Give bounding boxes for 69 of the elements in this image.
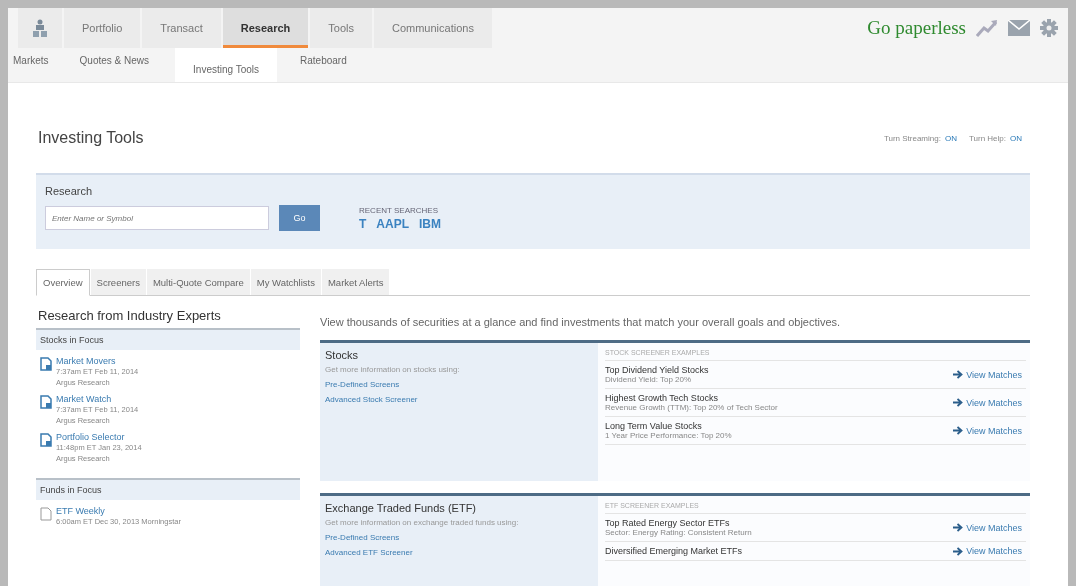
view-matches-link[interactable]: View Matches xyxy=(966,369,1022,380)
nav-tab[interactable]: Tools xyxy=(310,8,372,48)
report-icon xyxy=(40,395,52,409)
go-button[interactable]: Go xyxy=(279,205,320,231)
view-matches-link[interactable]: View Matches xyxy=(966,397,1022,408)
page-title: Investing Tools xyxy=(37,129,144,147)
nav-tab[interactable]: Research xyxy=(222,8,309,48)
section-title: Exchange Traded Funds (ETF) xyxy=(325,502,477,514)
report-link[interactable]: Market Watch xyxy=(56,394,139,404)
tab[interactable]: Market Alerts xyxy=(321,269,390,295)
example-criteria: 1 Year Price Performance: Top 20% xyxy=(605,431,732,440)
toggle-label: Turn Streaming: xyxy=(883,133,941,143)
subnav-tab[interactable]: Markets xyxy=(8,48,63,82)
report-icon xyxy=(40,433,52,447)
people-icon[interactable] xyxy=(18,8,62,48)
search-field[interactable]: Enter Name or Symbol xyxy=(45,206,269,230)
example-criteria: Revenue Growth (TTM): Top 20% of Tech Sector xyxy=(605,403,778,412)
screener-link[interactable]: Pre-Defined Screens xyxy=(325,380,593,389)
settings-icon[interactable] xyxy=(1040,19,1058,37)
tab[interactable]: Screeners xyxy=(90,269,146,295)
tab[interactable]: Overview xyxy=(36,269,90,296)
section-header: Funds in Focus xyxy=(36,480,300,500)
example-criteria: Dividend Yield: Top 20% xyxy=(605,375,693,384)
section-header: Stocks in Focus xyxy=(36,330,300,350)
view-matches-link[interactable]: View Matches xyxy=(966,425,1022,436)
nav-tab[interactable]: Communications xyxy=(374,8,492,48)
section-title: Stocks xyxy=(325,349,359,361)
example-name: Diversified Emerging Market ETFs xyxy=(605,546,743,556)
example-name: Highest Growth Tech Stocks xyxy=(605,393,719,403)
mail-icon[interactable] xyxy=(1008,20,1030,36)
report-link[interactable]: Portfolio Selector xyxy=(56,432,142,442)
arrow-icon xyxy=(953,398,964,407)
section-text: Get more information on exchange traded funds using: xyxy=(325,518,520,527)
recent-search-link[interactable]: T xyxy=(359,216,367,231)
view-matches-link[interactable]: View Matches xyxy=(966,546,1022,556)
report-link[interactable]: ETF Weekly xyxy=(56,506,181,516)
toggle-link[interactable]: ON xyxy=(1010,133,1022,143)
arrow-icon xyxy=(953,370,964,379)
toggle-label: Turn Help: xyxy=(968,133,1006,143)
promo-link[interactable]: Go paperless xyxy=(867,17,966,39)
example-criteria: Sector: Energy Rating: Consistent Return xyxy=(605,528,752,537)
recent-search-link[interactable]: AAPL xyxy=(376,216,409,231)
intro-text: View thousands of securities at a glance and find investments that match your overall goals and objectives. xyxy=(320,316,842,328)
chart-icon[interactable] xyxy=(976,19,998,37)
subnav-tab[interactable]: Rateboard xyxy=(295,48,361,82)
screener-link[interactable]: Advanced Stock Screener xyxy=(325,395,593,404)
nav-tab[interactable]: Portfolio xyxy=(64,8,141,48)
arrow-icon xyxy=(953,523,964,532)
tab[interactable]: Multi-Quote Compare xyxy=(146,269,250,295)
tab[interactable]: My Watchlists xyxy=(250,269,321,295)
subnav-tab[interactable]: Investing Tools xyxy=(175,48,277,82)
view-matches-link[interactable]: View Matches xyxy=(966,522,1022,533)
panel-title: Research xyxy=(45,185,94,197)
report-icon xyxy=(40,357,52,371)
arrow-icon xyxy=(953,546,964,556)
section-text: Get more information on stocks using: xyxy=(325,365,461,374)
toggle-link[interactable]: ON xyxy=(944,133,957,143)
recent-search-link[interactable]: IBM xyxy=(419,216,441,231)
nav-tab[interactable]: Transact xyxy=(142,8,221,48)
screener-link[interactable]: Advanced ETF Screener xyxy=(325,548,593,557)
arrow-icon xyxy=(953,426,964,435)
example-name: Top Rated Energy Sector ETFs xyxy=(605,518,731,528)
recent-label: RECENT SEARCHES xyxy=(359,205,439,215)
screener-link[interactable]: Pre-Defined Screens xyxy=(325,533,593,542)
example-name: Top Dividend Yield Stocks xyxy=(605,365,709,375)
report-link[interactable]: Market Movers xyxy=(56,356,139,366)
document-icon xyxy=(40,507,52,521)
example-name: Long Term Value Stocks xyxy=(605,421,703,431)
subnav-tab[interactable]: Quotes & News xyxy=(74,48,164,82)
